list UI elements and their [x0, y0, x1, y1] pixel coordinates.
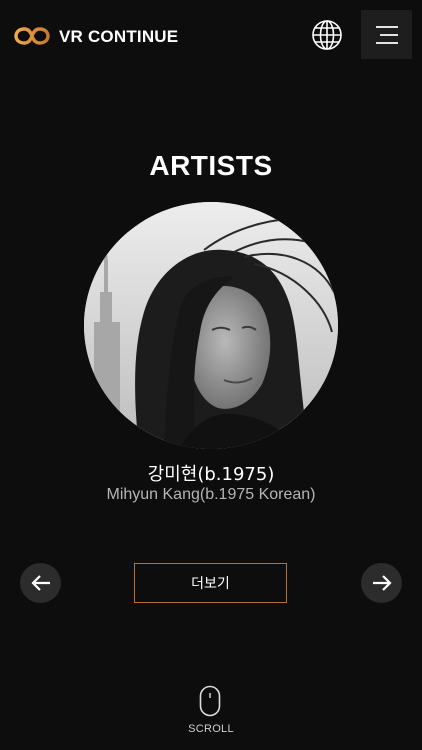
infinity-logo-icon — [14, 27, 50, 45]
language-button[interactable] — [311, 19, 343, 51]
scroll-label: SCROLL — [188, 723, 234, 735]
view-more-button[interactable]: 더보기 — [134, 563, 287, 603]
next-artist-button[interactable] — [361, 563, 402, 603]
artist-name[interactable]: 강미현(b.1975) — [0, 460, 422, 486]
scroll-indicator — [199, 685, 221, 717]
previous-artist-button[interactable] — [20, 563, 61, 603]
top-bar: VR CONTINUE — [0, 0, 422, 72]
globe-icon — [312, 20, 342, 50]
page-title: ARTISTS — [149, 150, 273, 181]
artist-subtitle: Mihyun Kang(b.1975 Korean) — [106, 486, 316, 503]
arrow-left-icon — [30, 575, 50, 591]
menu-button[interactable] — [361, 10, 412, 59]
mouse-icon — [199, 685, 221, 717]
artist-portrait[interactable] — [84, 202, 338, 449]
hamburger-menu-icon — [375, 25, 398, 44]
brand-name[interactable]: VR CONTINUE — [59, 27, 178, 47]
logo[interactable] — [14, 25, 50, 47]
arrow-right-icon — [372, 575, 392, 591]
